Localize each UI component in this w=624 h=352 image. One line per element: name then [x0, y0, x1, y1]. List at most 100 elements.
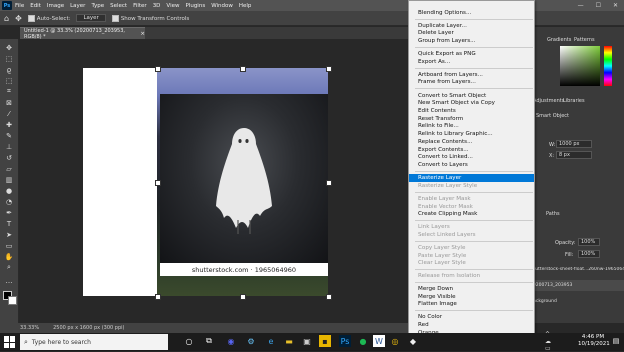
menu-item-release-from-isolation[interactable]: Release from Isolation [418, 273, 480, 280]
menu-item-new-smart-object-via-copy[interactable]: New Smart Object via Copy [418, 100, 495, 107]
tab-paths[interactable]: Paths [546, 211, 560, 217]
menu-item-group-from-layers[interactable]: Group from Layers... [418, 38, 475, 45]
menu-item-export-as[interactable]: Export As... [418, 59, 450, 66]
tab-adjustments[interactable]: Adjustments [533, 98, 564, 104]
menu-item-link-layers[interactable]: Link Layers [418, 224, 450, 231]
menu-image[interactable]: Image [47, 3, 64, 9]
system-tray-icons[interactable]: ^ ☁ ▭ [545, 331, 557, 352]
zoom-level[interactable]: 33.33% [20, 325, 39, 331]
menu-item-duplicate-layer[interactable]: Duplicate Layer... [418, 23, 467, 30]
menu-item-no-color[interactable]: No Color [418, 314, 442, 321]
menu-item-replace-contents[interactable]: Replace Contents... [418, 139, 472, 146]
tab-gradients[interactable]: Gradients [547, 37, 571, 43]
menu-item-delete-layer[interactable]: Delete Layer [418, 30, 454, 37]
healing-brush-icon[interactable]: ✚ [4, 120, 14, 129]
menu-item-reset-transform[interactable]: Reset Transform [418, 116, 463, 123]
menu-file[interactable]: File [15, 3, 24, 9]
more-tools-icon[interactable]: … [4, 276, 14, 285]
menu-item-export-contents[interactable]: Export Contents... [418, 147, 469, 154]
taskbar-search-box[interactable]: ⌕ Type here to search [20, 334, 168, 350]
auto-select-checkbox[interactable] [27, 14, 35, 22]
layer-row[interactable]: Background [530, 296, 624, 307]
menu-view[interactable]: View [166, 3, 179, 9]
menu-item-edit-contents[interactable]: Edit Contents [418, 108, 456, 115]
width-field[interactable]: 1000 px [556, 140, 592, 148]
menu-item-copy-layer-style[interactable]: Copy Layer Style [418, 245, 465, 252]
menu-item-enable-layer-mask[interactable]: Enable Layer Mask [418, 196, 471, 203]
menu-item-merge-down[interactable]: Merge Down [418, 286, 453, 293]
layer-row[interactable]: 20200713_203953 [530, 280, 624, 291]
transform-handle[interactable] [326, 180, 332, 186]
dodge-tool-icon[interactable]: ◔ [4, 197, 14, 206]
menu-select[interactable]: Select [110, 3, 127, 9]
crop-tool-icon[interactable]: ⌗ [4, 87, 14, 96]
taskbar-app-icon[interactable]: ◆ [407, 335, 419, 347]
x-field[interactable]: 8 px [556, 151, 592, 159]
menu-item-flatten-image[interactable]: Flatten Image [418, 301, 457, 308]
move-tool-icon[interactable]: ✥ [4, 43, 14, 52]
auto-select-dropdown[interactable]: Layer [76, 14, 106, 22]
hue-slider[interactable] [604, 46, 612, 86]
menu-item-relink-to-library[interactable]: Relink to Library Graphic... [418, 131, 493, 138]
opacity-field[interactable]: 100% [578, 238, 600, 246]
transform-handle[interactable] [155, 180, 161, 186]
menu-item-rasterize-layer-style[interactable]: Rasterize Layer Style [418, 183, 477, 190]
menu-item-convert-to-layers[interactable]: Convert to Layers [418, 162, 468, 169]
menu-item-convert-smart-object[interactable]: Convert to Smart Object [418, 93, 486, 100]
tab-libraries[interactable]: Libraries [563, 98, 585, 104]
menu-item-artboard-from-layers[interactable]: Artboard from Layers... [418, 72, 483, 79]
menu-item-red[interactable]: Red [418, 322, 429, 329]
history-brush-icon[interactable]: ↺ [4, 153, 14, 162]
eraser-tool-icon[interactable]: ▱ [4, 164, 14, 173]
cortana-icon[interactable]: ○ [183, 335, 195, 347]
frame-tool-icon[interactable]: ⊠ [4, 98, 14, 107]
zoom-tool-icon[interactable]: ⌕ [4, 263, 14, 272]
transform-handle[interactable] [240, 66, 246, 72]
close-window-button[interactable]: ✕ [613, 2, 618, 9]
menu-item-enable-vector-mask[interactable]: Enable Vector Mask [418, 204, 473, 211]
menu-item-select-linked-layers[interactable]: Select Linked Layers [418, 232, 476, 239]
menu-3d[interactable]: 3D [153, 3, 161, 9]
document-tab-close-button[interactable]: × [140, 31, 145, 37]
menu-item-rasterize-layer[interactable]: Rasterize Layer [418, 175, 461, 182]
transform-handle[interactable] [326, 294, 332, 300]
windows-start-icon[interactable] [4, 336, 16, 348]
type-tool-icon[interactable]: T [4, 219, 14, 228]
home-icon[interactable]: ⌂ [4, 14, 9, 23]
menu-item-clear-layer-style[interactable]: Clear Layer Style [418, 260, 466, 267]
document-tab[interactable]: Untitled-1 @ 33.3% (20200713_203953, RGB… [20, 27, 145, 40]
menu-plugins[interactable]: Plugins [185, 3, 205, 9]
menu-item-quick-export[interactable]: Quick Export as PNG [418, 51, 476, 58]
move-tool-icon[interactable]: ✥ [15, 14, 22, 23]
menu-filter[interactable]: Filter [133, 3, 147, 9]
menu-item-blending-options[interactable]: Blending Options... [418, 10, 471, 17]
menu-item-create-clipping-mask[interactable]: Create Clipping Mask [418, 211, 477, 218]
marquee-tool-icon[interactable]: ⬚ [4, 54, 14, 63]
pen-tool-icon[interactable]: ✒ [4, 208, 14, 217]
blur-tool-icon[interactable]: ● [4, 186, 14, 195]
show-transform-checkbox[interactable] [111, 14, 119, 22]
document-info[interactable]: 2500 px x 1600 px (300 ppi) [53, 325, 124, 331]
discord-icon[interactable]: ◉ [225, 335, 237, 347]
background-color-swatch[interactable] [8, 296, 17, 305]
menu-item-convert-to-linked[interactable]: Convert to Linked... [418, 154, 473, 161]
transform-handle[interactable] [155, 294, 161, 300]
object-select-tool-icon[interactable]: ⬚ [4, 76, 14, 85]
sticky-notes-icon[interactable]: ▪ [319, 335, 331, 347]
maximize-button[interactable]: ☐ [596, 2, 601, 9]
fill-field[interactable]: 100% [578, 250, 600, 258]
spotify-icon[interactable]: ● [357, 335, 369, 347]
lasso-tool-icon[interactable]: ϱ [4, 65, 14, 74]
path-select-icon[interactable]: ➤ [4, 230, 14, 239]
menu-layer[interactable]: Layer [70, 3, 85, 9]
task-view-icon[interactable]: ⧉ [203, 335, 215, 347]
edge-icon[interactable]: e [265, 335, 277, 347]
notification-icon[interactable]: ▤ [610, 335, 622, 347]
gradient-tool-icon[interactable]: ▥ [4, 175, 14, 184]
menu-type[interactable]: Type [91, 3, 104, 9]
menu-item-merge-visible[interactable]: Merge Visible [418, 294, 456, 301]
transform-handle[interactable] [240, 294, 246, 300]
rectangle-tool-icon[interactable]: ▭ [4, 241, 14, 250]
color-picker-field[interactable] [560, 46, 600, 86]
brush-tool-icon[interactable]: ✎ [4, 131, 14, 140]
